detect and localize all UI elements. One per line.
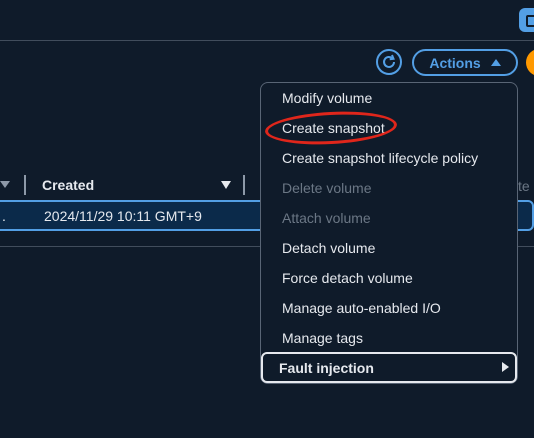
menu-item-delete-volume: Delete volume <box>282 180 372 196</box>
menu-item-detach-volume[interactable]: Detach volume <box>282 240 375 256</box>
column-divider[interactable] <box>243 175 245 195</box>
menu-item-force-detach-volume[interactable]: Force detach volume <box>282 270 413 286</box>
refresh-icon <box>383 54 395 68</box>
menu-item-manage-auto-enabled-io[interactable]: Manage auto-enabled I/O <box>282 300 441 316</box>
actions-label: Actions <box>429 54 481 71</box>
top-bar <box>0 0 534 41</box>
menu-item-modify-volume[interactable]: Modify volume <box>282 90 372 106</box>
row-truncated-cell: . <box>2 208 6 224</box>
column-divider[interactable] <box>24 175 26 195</box>
caret-up-icon <box>490 59 501 66</box>
sort-caret-icon[interactable] <box>221 181 231 189</box>
actions-button[interactable]: Actions <box>412 49 518 76</box>
fault-injection-label: Fault injection <box>279 360 374 376</box>
column-header-partial: te <box>518 178 530 194</box>
chevron-right-icon <box>502 362 509 372</box>
row-created-cell: 2024/11/29 10:11 GMT+9 <box>44 208 202 224</box>
orange-action-button[interactable] <box>526 49 534 76</box>
column-header-created[interactable]: Created <box>42 177 94 193</box>
refresh-button[interactable] <box>376 49 402 75</box>
panel-icon-inner <box>526 15 534 27</box>
menu-item-create-snapshot-lifecycle-policy[interactable]: Create snapshot lifecycle policy <box>282 150 478 166</box>
menu-item-attach-volume: Attach volume <box>282 210 371 226</box>
menu-item-fault-injection[interactable]: Fault injection <box>261 352 517 383</box>
sort-caret-icon[interactable] <box>0 181 10 188</box>
menu-item-manage-tags[interactable]: Manage tags <box>282 330 363 346</box>
panel-icon[interactable] <box>519 8 534 32</box>
